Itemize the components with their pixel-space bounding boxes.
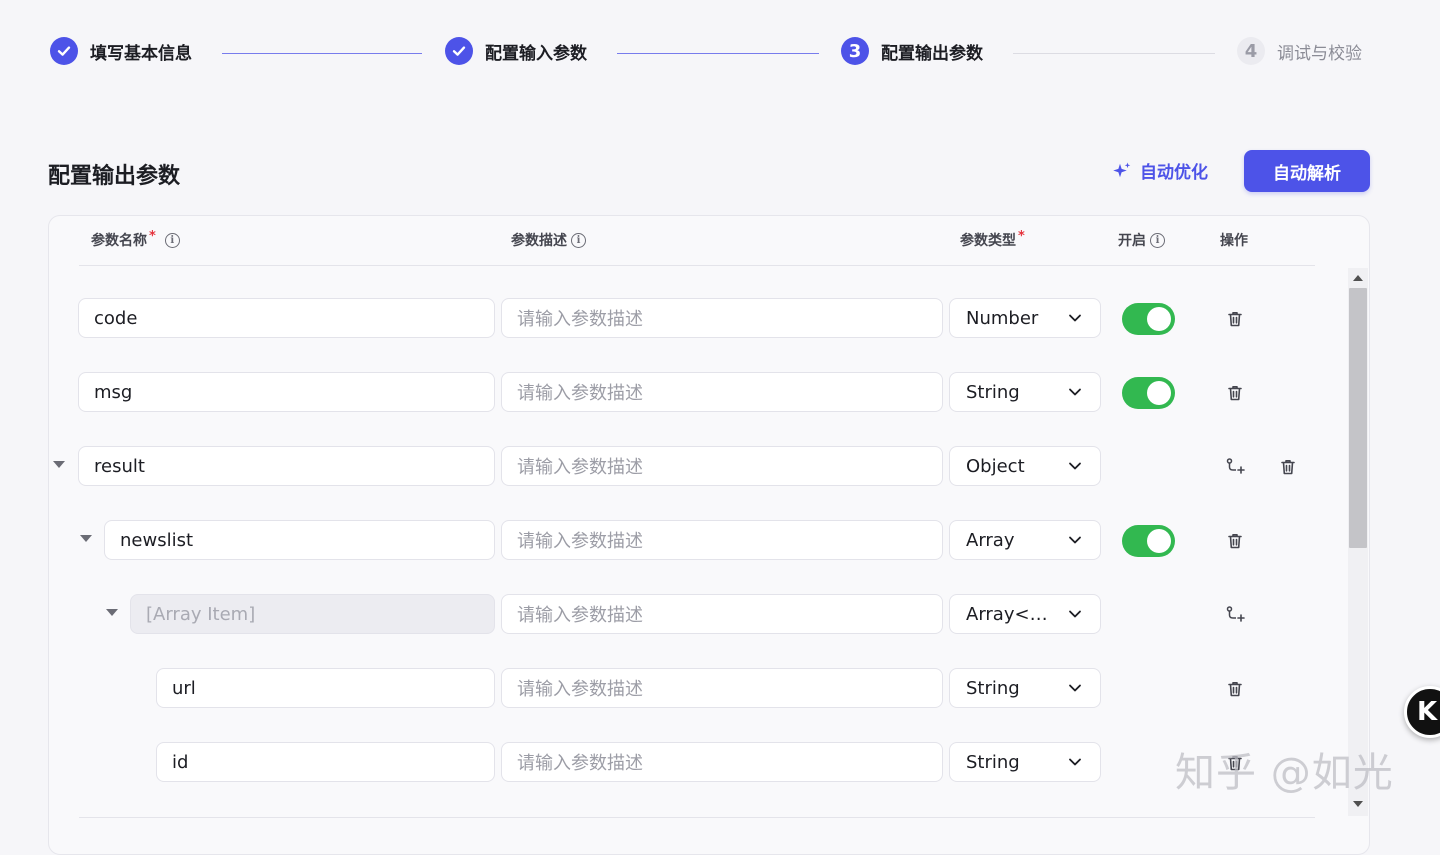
auto-parse-button[interactable]: 自动解析 [1244,150,1370,192]
collapse-caret-icon[interactable] [80,535,92,543]
divider [79,265,1315,266]
auto-optimize-label: 自动优化 [1140,163,1208,183]
param-name-input[interactable]: result [78,446,495,486]
param-name-input[interactable]: msg [78,372,495,412]
stepper: 填写基本信息 配置输入参数 3 配置输出参数 4 调试与校验 [0,0,1440,100]
info-icon[interactable]: i [1150,232,1165,248]
chevron-down-icon [1069,610,1081,618]
step-connector [1013,53,1215,54]
param-description-input[interactable]: 请输入参数描述 [501,594,943,634]
chevron-down-icon [1069,684,1081,692]
trash-icon[interactable] [1225,531,1245,551]
param-type-select[interactable]: String [949,668,1101,708]
trash-icon[interactable] [1225,679,1245,699]
trash-icon[interactable] [1225,383,1245,403]
param-name-input[interactable]: url [156,668,495,708]
required-mark: * [149,228,156,244]
trash-icon[interactable] [1225,309,1245,329]
header-param-description: 参数描述 i [511,230,586,250]
enabled-toggle[interactable] [1122,303,1175,335]
scroll-down-arrow-icon[interactable] [1352,800,1364,808]
divider [79,817,1315,818]
check-icon [445,37,473,65]
floating-assistant-button[interactable]: K [1404,686,1440,738]
step-connector [222,53,422,54]
header-actions: 操作 [1220,233,1248,249]
header-param-type: 参数类型 * [960,228,1025,250]
param-name-input[interactable]: code [78,298,495,338]
scrollbar-thumb[interactable] [1349,288,1367,548]
step-number: 4 [1237,37,1265,65]
sparkle-icon [1112,161,1132,181]
chevron-down-icon [1069,536,1081,544]
info-icon[interactable]: i [164,232,180,248]
add-child-icon[interactable] [1225,605,1245,625]
param-description-input[interactable]: 请输入参数描述 [501,372,943,412]
param-name-input[interactable]: newslist [104,520,495,560]
step-2[interactable]: 配置输入参数 [445,36,587,66]
watermark: 知乎 @如光 [1175,750,1394,796]
step-title: 配置输出参数 [881,43,983,64]
enabled-toggle[interactable] [1122,377,1175,409]
param-description-input[interactable]: 请输入参数描述 [501,742,943,782]
auto-optimize-button[interactable]: 自动优化 [1112,158,1208,183]
page-title: 配置输出参数 [48,164,181,189]
param-type-select[interactable]: Object [949,446,1101,486]
step-number: 3 [841,37,869,65]
param-description-input[interactable]: 请输入参数描述 [501,446,943,486]
collapse-caret-icon[interactable] [53,461,65,469]
header-enabled: 开启 i [1118,230,1165,250]
step-title: 配置输入参数 [485,43,587,64]
param-description-input[interactable]: 请输入参数描述 [501,298,943,338]
add-child-icon[interactable] [1225,457,1245,477]
header-param-name: 参数名称 * i [91,228,180,250]
step-3[interactable]: 3 配置输出参数 [841,36,983,66]
chevron-down-icon [1069,462,1081,470]
param-type-select[interactable]: Array<… [949,594,1101,634]
param-name-input[interactable]: id [156,742,495,782]
param-description-input[interactable]: 请输入参数描述 [501,520,943,560]
step-1[interactable]: 填写基本信息 [50,36,192,66]
collapse-caret-icon[interactable] [106,609,118,617]
param-type-select[interactable]: Number [949,298,1101,338]
step-title: 填写基本信息 [90,43,192,64]
chevron-down-icon [1069,314,1081,322]
param-type-select[interactable]: Array [949,520,1101,560]
param-type-select[interactable]: String [949,372,1101,412]
required-mark: * [1018,228,1025,244]
check-icon [50,37,78,65]
param-description-input[interactable]: 请输入参数描述 [501,668,943,708]
info-icon[interactable]: i [571,232,586,248]
array-item-name-input: [Array Item] [130,594,495,634]
step-title: 调试与校验 [1277,43,1362,64]
chevron-down-icon [1069,388,1081,396]
step-4[interactable]: 4 调试与校验 [1237,36,1362,66]
scroll-up-arrow-icon[interactable] [1352,274,1364,282]
param-type-select[interactable]: String [949,742,1101,782]
chevron-down-icon [1069,758,1081,766]
step-connector [617,53,819,54]
enabled-toggle[interactable] [1122,525,1175,557]
trash-icon[interactable] [1278,457,1298,477]
